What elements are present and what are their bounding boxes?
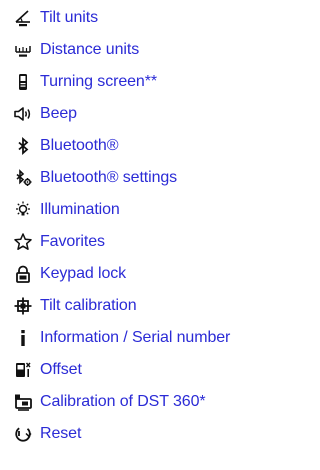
- menu-item-label[interactable]: Tilt units: [40, 8, 98, 28]
- menu-item-label[interactable]: Bluetooth®: [40, 136, 119, 156]
- illumination-icon: [12, 199, 34, 221]
- padlock-icon: [12, 263, 34, 285]
- menu-item-label[interactable]: Bluetooth® settings: [40, 168, 177, 188]
- menu-item-label[interactable]: Beep: [40, 104, 77, 124]
- menu-item-label[interactable]: Keypad lock: [40, 264, 126, 284]
- information-icon: [12, 327, 34, 349]
- menu-item-label[interactable]: Illumination: [40, 200, 120, 220]
- menu-item-distance-units[interactable]: Distance units: [0, 38, 305, 62]
- menu-item-keypad-lock[interactable]: Keypad lock: [0, 262, 305, 286]
- menu-item-beep[interactable]: Beep: [0, 102, 305, 126]
- menu-item-label[interactable]: Turning screen**: [40, 72, 157, 92]
- menu-item-label[interactable]: Tilt calibration: [40, 296, 137, 316]
- speaker-icon: [12, 103, 34, 125]
- offset-icon: [12, 359, 34, 381]
- menu-item-label[interactable]: Information / Serial number: [40, 328, 230, 348]
- menu-item-label[interactable]: Offset: [40, 360, 82, 380]
- menu-item-information[interactable]: Information / Serial number: [0, 326, 305, 350]
- menu-item-favorites[interactable]: Favorites: [0, 230, 305, 254]
- menu-item-tilt-units[interactable]: Tilt units: [0, 6, 305, 30]
- menu-item-dst-calibration[interactable]: Calibration of DST 360*: [0, 390, 305, 414]
- menu-item-label[interactable]: Favorites: [40, 232, 105, 252]
- menu-item-label[interactable]: Distance units: [40, 40, 139, 60]
- menu-item-bluetooth-settings[interactable]: Bluetooth® settings: [0, 166, 305, 190]
- menu-item-label[interactable]: Calibration of DST 360*: [40, 392, 206, 412]
- tilt-calibration-icon: [12, 295, 34, 317]
- distance-units-icon: [12, 39, 34, 61]
- menu-item-turning-screen[interactable]: Turning screen**: [0, 70, 305, 94]
- menu-item-reset[interactable]: Reset: [0, 422, 305, 446]
- reset-icon: [12, 423, 34, 445]
- menu-item-tilt-calibration[interactable]: Tilt calibration: [0, 294, 305, 318]
- menu-item-label[interactable]: Reset: [40, 424, 81, 444]
- menu-item-bluetooth[interactable]: Bluetooth®: [0, 134, 305, 158]
- turning-screen-icon: [12, 71, 34, 93]
- dst-calibration-icon: [12, 391, 34, 413]
- tilt-units-icon: [12, 7, 34, 29]
- bluetooth-icon: [12, 135, 34, 157]
- bluetooth-settings-icon: [12, 167, 34, 189]
- star-icon: [12, 231, 34, 253]
- menu-item-illumination[interactable]: Illumination: [0, 198, 305, 222]
- menu-item-offset[interactable]: Offset: [0, 358, 305, 382]
